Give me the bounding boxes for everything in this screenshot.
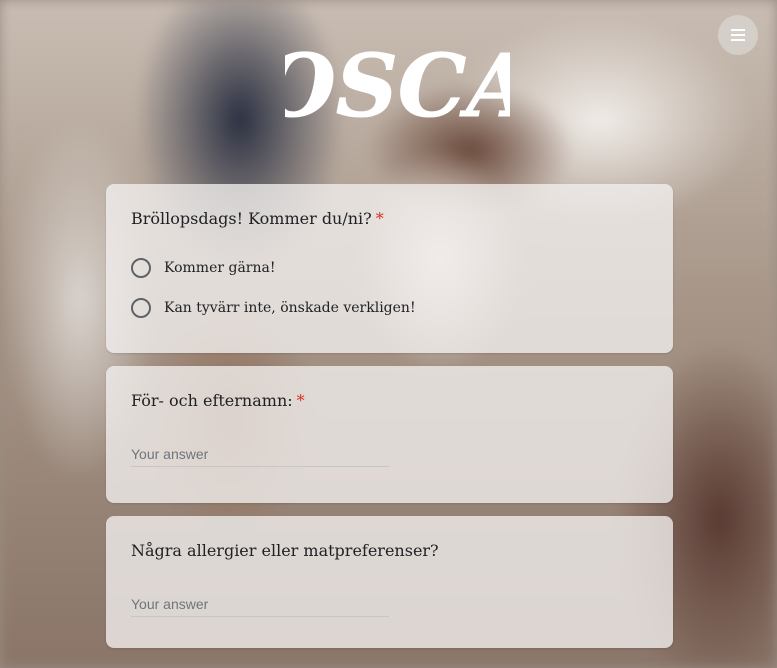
question-card-name: För- och efternamn: * <box>106 366 673 503</box>
radio-option-no[interactable]: Kan tyvärr inte, önskade verkligen! <box>131 288 648 328</box>
option-label: Kommer gärna! <box>164 260 276 276</box>
option-label: Kan tyvärr inte, önskade verkligen! <box>164 300 416 316</box>
required-asterisk: * <box>296 391 305 410</box>
required-asterisk: * <box>375 209 384 228</box>
radio-button[interactable] <box>131 258 151 278</box>
name-input[interactable] <box>131 440 389 467</box>
osca-script-logo-icon: OSCA <box>285 36 510 132</box>
hamburger-menu-icon <box>731 29 745 41</box>
osca-logo: OSCA <box>285 36 510 132</box>
menu-button[interactable] <box>718 15 758 55</box>
radio-option-yes[interactable]: Kommer gärna! <box>131 248 648 288</box>
question-card-attendance: Bröllopsdags! Kommer du/ni? * Kommer gärn… <box>106 184 673 353</box>
radio-button[interactable] <box>131 298 151 318</box>
allergies-input[interactable] <box>131 590 389 617</box>
question-title: Några allergier eller matpreferenser? <box>131 541 439 560</box>
question-title: Bröllopsdags! Kommer du/ni? * <box>131 209 384 228</box>
question-card-allergies: Några allergier eller matpreferenser? <box>106 516 673 648</box>
question-title: För- och efternamn: * <box>131 391 305 410</box>
logo-text: OSCA <box>285 36 510 132</box>
